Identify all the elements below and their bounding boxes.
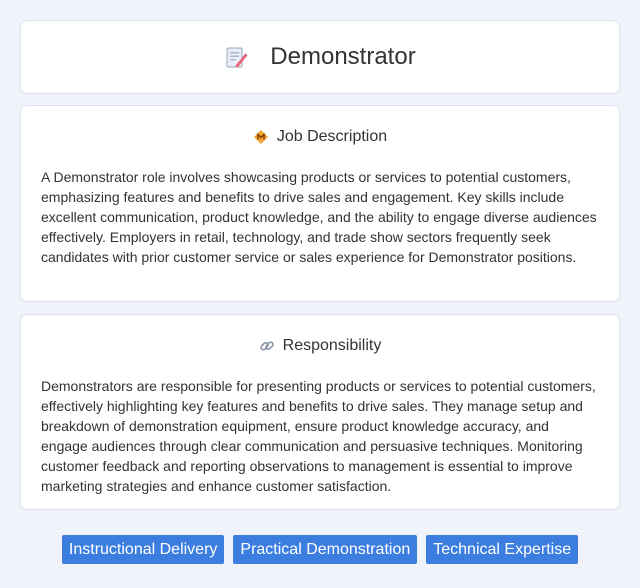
responsibility-heading: Responsibility	[282, 337, 382, 354]
job-description-text: A Demonstrator role involves showcasing …	[41, 169, 597, 265]
diamond-badge-icon	[253, 130, 268, 144]
skill-tag[interactable]: Instructional Delivery	[61, 535, 225, 564]
page-title: Demonstrator	[270, 43, 416, 70]
page-title-row: Demonstrator	[224, 43, 416, 71]
responsibility-card: Responsibility Demonstrators are respons…	[20, 314, 620, 510]
skill-tag[interactable]: Technical Expertise	[426, 535, 579, 564]
responsibility-heading-row: Responsibility	[21, 336, 619, 356]
skill-tag[interactable]: Practical Demonstration	[233, 535, 418, 564]
job-description-heading-row: Job Description	[21, 127, 619, 147]
job-description-card: Job Description A Demonstrator role invo…	[20, 105, 620, 302]
job-description-heading: Job Description	[276, 128, 388, 145]
document-edit-icon	[226, 47, 248, 68]
responsibility-text: Demonstrators are responsible for presen…	[41, 378, 596, 494]
title-card: Demonstrator	[20, 20, 620, 94]
link-icon	[259, 341, 274, 351]
skill-tags: Instructional Delivery Practical Demonst…	[0, 535, 640, 564]
